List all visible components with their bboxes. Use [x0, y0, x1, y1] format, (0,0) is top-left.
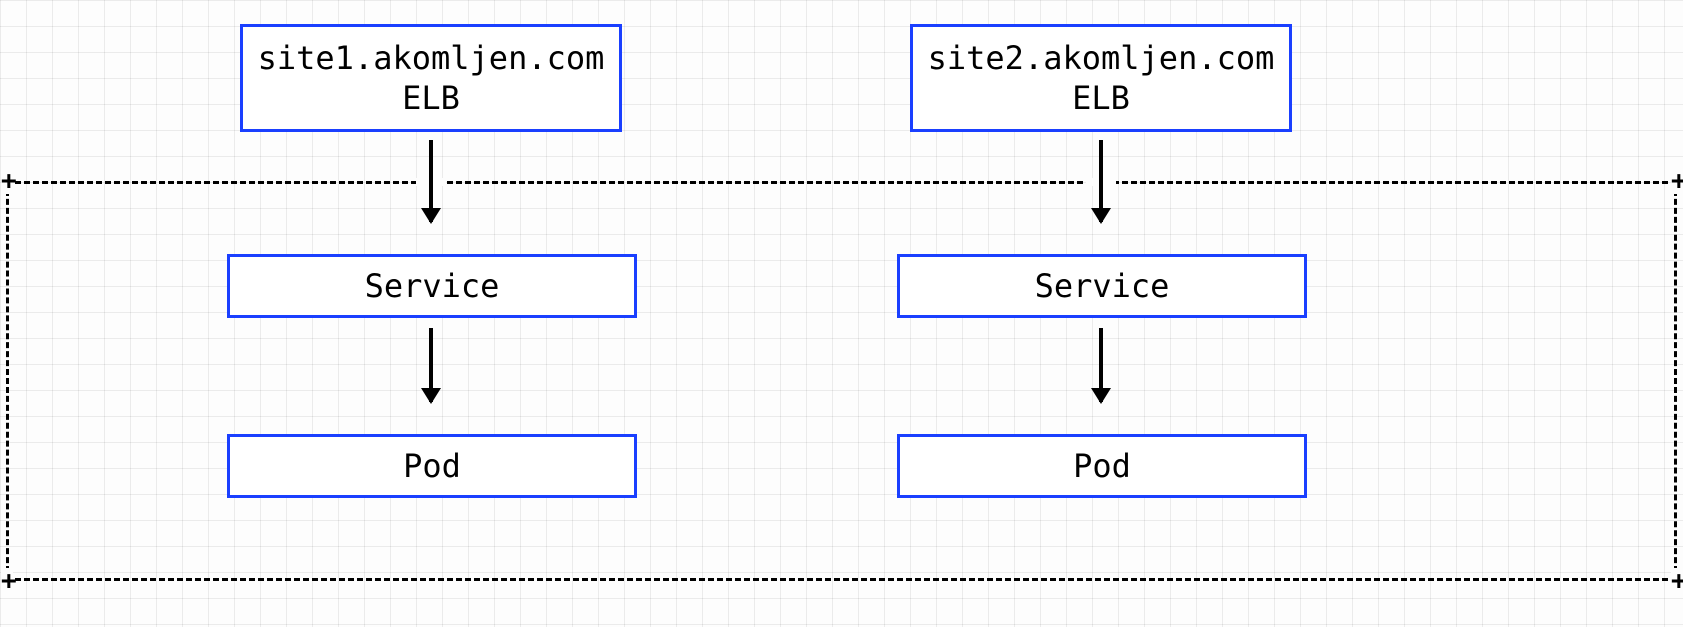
corner-tr: +	[1671, 168, 1683, 194]
corner-tl: +	[1, 168, 13, 194]
cluster-boundary	[6, 181, 1677, 581]
pod-1-label: Pod	[403, 446, 461, 486]
arrow-service2-pod2	[1099, 328, 1103, 402]
pod-box-2: Pod	[897, 434, 1307, 498]
elb-box-1: site1.akomljen.com ELB	[240, 24, 622, 132]
elb-2-line1: site2.akomljen.com	[928, 38, 1275, 78]
pod-box-1: Pod	[227, 434, 637, 498]
service-1-label: Service	[365, 266, 500, 306]
service-box-2: Service	[897, 254, 1307, 318]
arrow-elb1-service1	[429, 140, 433, 222]
service-2-label: Service	[1035, 266, 1170, 306]
service-box-1: Service	[227, 254, 637, 318]
elb-1-line2: ELB	[402, 78, 460, 118]
elb-box-2: site2.akomljen.com ELB	[910, 24, 1292, 132]
corner-br: +	[1671, 568, 1683, 594]
elb-2-line2: ELB	[1072, 78, 1130, 118]
pod-2-label: Pod	[1073, 446, 1131, 486]
arrow-service1-pod1	[429, 328, 433, 402]
corner-bl: +	[1, 568, 13, 594]
elb-1-line1: site1.akomljen.com	[258, 38, 605, 78]
arrow-elb2-service2	[1099, 140, 1103, 222]
